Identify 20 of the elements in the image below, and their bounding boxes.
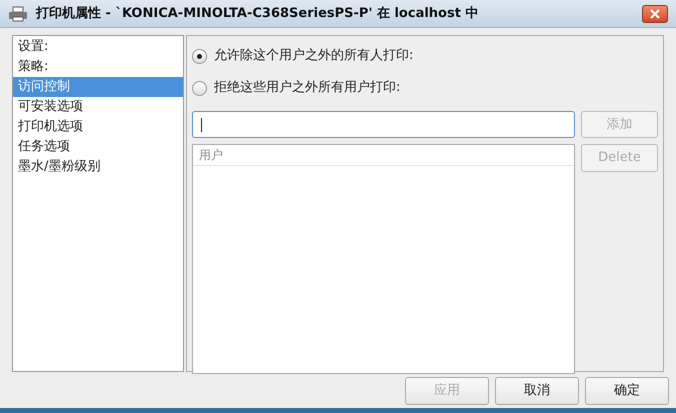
close-button[interactable] bbox=[642, 4, 668, 22]
user-input-field[interactable] bbox=[192, 111, 575, 138]
dialog-button[interactable]: 取消 bbox=[495, 377, 579, 405]
dialog-button[interactable]: 确定 bbox=[585, 377, 669, 405]
sidebar-item[interactable]: 打印机选项 bbox=[13, 117, 183, 137]
text-cursor bbox=[201, 118, 202, 132]
radio-label: 允许除这个用户之外的所有人打印: bbox=[214, 47, 414, 66]
user-list[interactable]: 用户 bbox=[192, 144, 575, 374]
radio-button[interactable] bbox=[192, 48, 207, 64]
close-icon bbox=[649, 8, 661, 18]
sidebar-item[interactable]: 墨水/墨粉级别 bbox=[13, 157, 183, 177]
sidebar-item[interactable]: 设置: bbox=[13, 37, 183, 57]
printer-icon bbox=[8, 6, 28, 22]
radio-label: 拒绝这些用户之外所有用户打印: bbox=[214, 79, 400, 98]
window-title: 打印机属性 - `KONICA-MINOLTA-C368SeriesPS-P' 在 localhost 中 bbox=[36, 4, 478, 23]
radio-button[interactable] bbox=[192, 80, 207, 96]
sidebar-item[interactable]: 策略: bbox=[13, 57, 183, 77]
column-header[interactable]: 用户 bbox=[199, 146, 223, 164]
sidebar-item[interactable]: 任务选项 bbox=[13, 137, 183, 157]
sidebar-item[interactable]: 可安装选项 bbox=[13, 97, 183, 117]
